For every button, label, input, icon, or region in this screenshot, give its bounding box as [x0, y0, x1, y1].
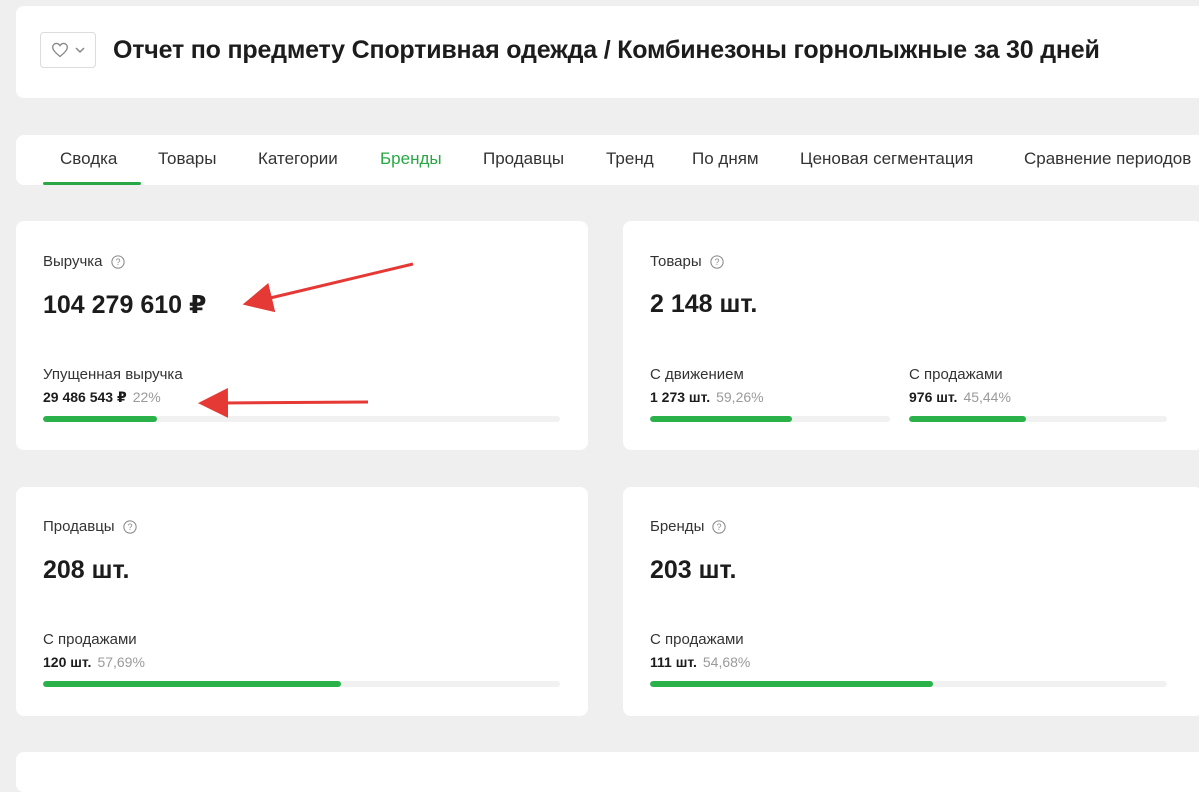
help-icon[interactable]: ? [110, 254, 125, 269]
lost-revenue-label: Упущенная выручка [43, 366, 183, 383]
favorite-dropdown-button[interactable] [40, 32, 96, 68]
products-moving-amount: 1 273 шт. [650, 389, 711, 405]
sellers-label-row: Продавцы ? [43, 518, 137, 535]
revenue-card: Выручка ? 104 279 610 ₽ Упущенная выручк… [16, 221, 588, 450]
products-label-row: Товары ? [650, 253, 724, 270]
help-icon[interactable]: ? [122, 519, 137, 534]
products-moving-value: 1 273 шт. 59,26% [650, 389, 764, 405]
sellers-sales-progress [43, 681, 560, 687]
sellers-card: Продавцы ? 208 шт. С продажами 120 шт. 57… [16, 487, 588, 716]
products-sales-value: 976 шт. 45,44% [909, 389, 1011, 405]
brands-sales-progress [650, 681, 1167, 687]
sellers-sales-percent: 57,69% [97, 654, 145, 670]
sellers-sales-progress-fill [43, 681, 342, 687]
tab-summary[interactable]: Сводка [60, 149, 117, 169]
svg-text:?: ? [714, 257, 719, 267]
tab-categories[interactable]: Категории [258, 149, 338, 169]
tab-price-segmentation[interactable]: Ценовая сегментация [800, 149, 973, 169]
lost-revenue-progress-fill [43, 416, 157, 422]
products-value: 2 148 шт. [650, 290, 758, 318]
products-sales-progress [909, 416, 1167, 422]
brands-value: 203 шт. [650, 556, 737, 584]
products-moving-progress [650, 416, 890, 422]
revenue-label: Выручка [43, 253, 103, 270]
tab-trend[interactable]: Тренд [606, 149, 654, 169]
lost-revenue-progress [43, 416, 560, 422]
svg-text:?: ? [127, 522, 132, 532]
revenue-value: 104 279 610 ₽ [43, 291, 207, 319]
brands-sales-progress-fill [650, 681, 933, 687]
brands-sales-value: 111 шт. 54,68% [650, 654, 750, 670]
tab-sellers[interactable]: Продавцы [483, 149, 564, 169]
brands-card: Бренды ? 203 шт. С продажами 111 шт. 54,6… [623, 487, 1199, 716]
products-sales-label: С продажами [909, 366, 1003, 383]
products-sales-amount: 976 шт. [909, 389, 958, 405]
lost-revenue-percent: 22% [132, 389, 161, 405]
products-label: Товары [650, 253, 702, 270]
tab-brands[interactable]: Бренды [380, 149, 442, 169]
products-moving-label: С движением [650, 366, 744, 383]
revenue-label-row: Выручка ? [43, 253, 125, 270]
products-moving-percent: 59,26% [716, 389, 764, 405]
products-moving-progress-fill [650, 416, 793, 422]
page-title: Отчет по предмету Спортивная одежда / Ко… [113, 36, 1100, 64]
tab-period-comparison[interactable]: Сравнение периодов [1024, 149, 1191, 169]
sellers-label: Продавцы [43, 518, 115, 535]
brands-label: Бренды [650, 518, 705, 535]
tab-products[interactable]: Товары [158, 149, 216, 169]
products-sales-progress-fill [909, 416, 1027, 422]
sellers-sales-value: 120 шт. 57,69% [43, 654, 145, 670]
active-tab-indicator [43, 182, 141, 185]
products-card: Товары ? 2 148 шт. С движением 1 273 шт.… [623, 221, 1199, 450]
brands-sales-label: С продажами [650, 631, 744, 648]
svg-text:?: ? [717, 522, 722, 532]
chevron-down-icon [75, 47, 85, 54]
report-tabs: Сводка Товары Категории Бренды Продавцы … [16, 135, 1199, 185]
help-icon[interactable]: ? [712, 519, 727, 534]
brands-sales-percent: 54,68% [702, 654, 751, 670]
sellers-value: 208 шт. [43, 556, 130, 584]
svg-text:?: ? [115, 257, 120, 267]
brands-label-row: Бренды ? [650, 518, 727, 535]
products-sales-percent: 45,44% [963, 389, 1011, 405]
report-header: Отчет по предмету Спортивная одежда / Ко… [16, 6, 1199, 98]
heart-icon [52, 42, 68, 58]
lost-revenue-value: 29 486 543 ₽ 22% [43, 389, 161, 406]
sellers-sales-label: С продажами [43, 631, 137, 648]
sellers-sales-amount: 120 шт. [43, 654, 92, 670]
tab-by-days[interactable]: По дням [692, 149, 759, 169]
next-section-card [16, 752, 1199, 792]
help-icon[interactable]: ? [709, 254, 724, 269]
lost-revenue-amount: 29 486 543 ₽ [43, 389, 127, 405]
brands-sales-amount: 111 шт. [650, 654, 697, 670]
